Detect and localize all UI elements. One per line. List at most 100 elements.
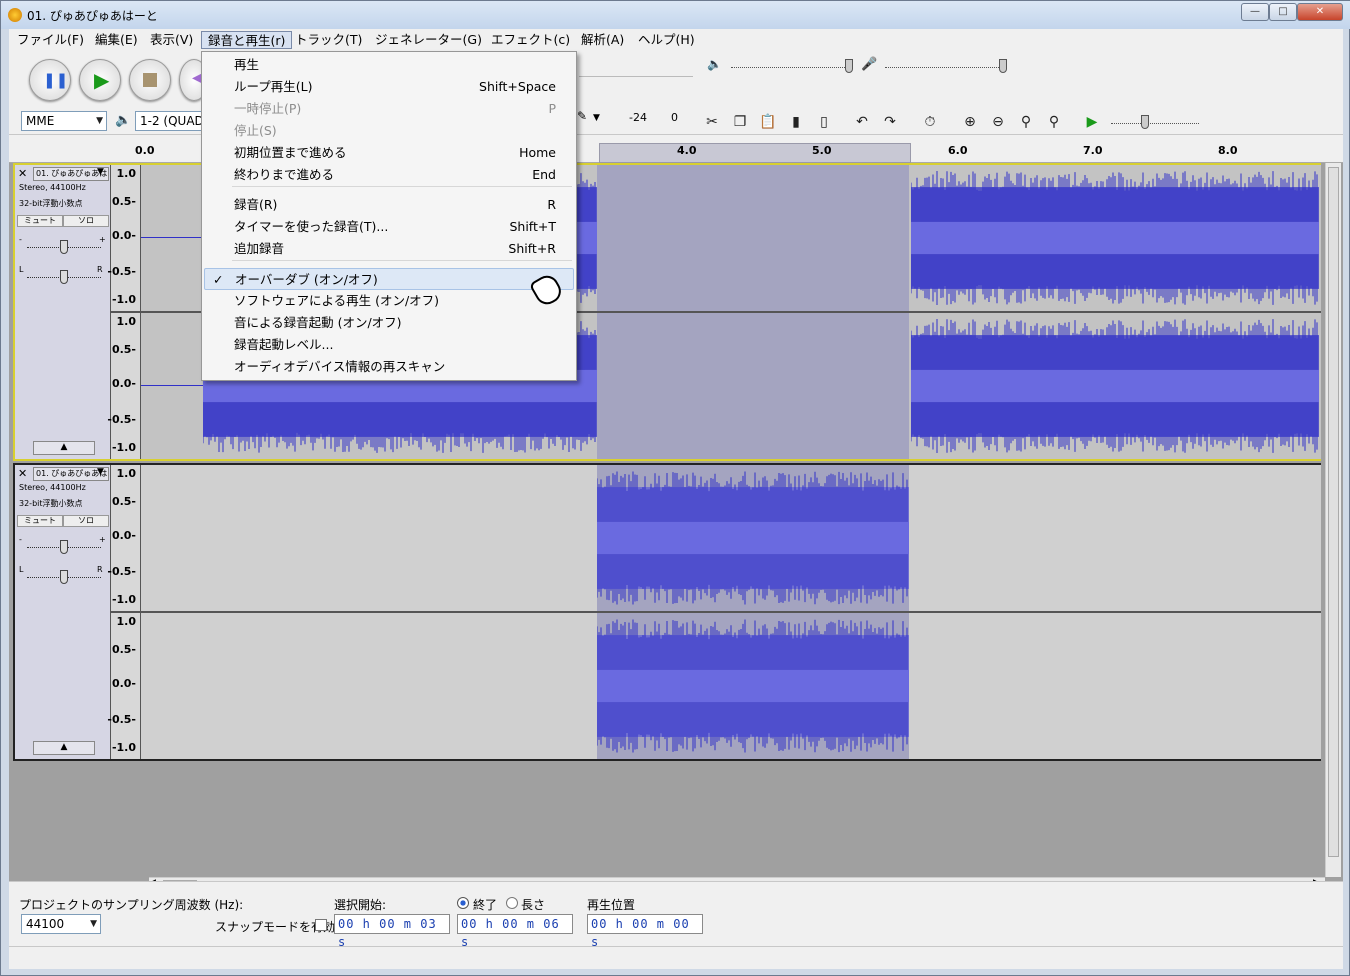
menu-item[interactable]: 音による録音起動 (オン/オフ) [204,312,574,334]
stop-button[interactable] [129,59,171,101]
scale-label: 0.0- [111,377,136,390]
menu-item[interactable]: オーディオデバイス情報の再スキャン [204,356,574,378]
trim-icon[interactable]: ▮ [785,111,807,133]
undo-icon[interactable]: ↶ [851,111,873,133]
minimize-button[interactable]: — [1241,3,1269,21]
menu-transport[interactable]: 録音と再生(r) [201,31,293,49]
end-label: 終了 [473,898,498,912]
menu-tracks[interactable]: トラック(T) [289,31,368,49]
zoom-out-icon[interactable]: ⊖ [987,111,1009,133]
cut-icon[interactable]: ✂ [701,111,723,133]
menu-item[interactable]: 初期位置まで進める Home [204,142,574,164]
paste-icon[interactable]: 📋 [757,111,779,133]
play-button[interactable]: ▶ [79,59,121,101]
menu-item-shortcut: Shift+T [509,219,556,234]
menu-item[interactable]: ループ再生(L) Shift+Space [204,76,574,98]
menu-item-label: 初期位置まで進める [234,145,347,160]
menu-item[interactable]: 録音起動レベル... [204,334,574,356]
menu-item-label: タイマーを使った録音(T)... [234,219,389,234]
collapse-track-button[interactable]: ▲ [33,741,95,755]
output-device-select[interactable]: 1-2 (QUAD [135,111,209,131]
record-volume-slider[interactable] [885,67,1005,68]
menu-file[interactable]: ファイル(F) [11,31,90,49]
pan-thumb[interactable] [60,270,68,284]
menu-item-label: ループ再生(L) [234,79,313,94]
play-position-time[interactable]: 00 h 00 m 00 s [587,914,703,949]
chevron-down-icon[interactable]: ▼ [593,113,600,123]
chevron-down-icon[interactable]: ▼ [97,467,104,477]
menu-item[interactable]: 再生 [204,54,574,76]
selection-toolbar: プロジェクトのサンプリング周波数 (Hz): 44100 ▼ スナップモードを有効… [9,881,1343,969]
menu-item[interactable]: タイマーを使った録音(T)... Shift+T [204,216,574,238]
menu-item[interactable]: 停止(S) [204,120,574,142]
maximize-button[interactable]: □ [1269,3,1297,21]
chevron-down-icon[interactable]: ▼ [97,167,104,177]
redo-icon[interactable]: ↷ [879,111,901,133]
menu-analyze[interactable]: 解析(A) [575,31,630,49]
menu-effect[interactable]: エフェクト(c) [485,31,576,49]
silence-icon[interactable]: ▯ [813,111,835,133]
menu-item[interactable]: ソフトウェアによる再生 (オン/オフ) [204,290,574,312]
project-rate-select[interactable]: 44100 ▼ [21,914,101,934]
zoom-in-icon[interactable]: ⊕ [959,111,981,133]
track-close-icon[interactable]: ✕ [18,167,27,180]
gain-minus-label: - [19,535,22,544]
scale-label: 1.0 [116,467,137,480]
play-speed-slider[interactable] [1111,123,1199,124]
snap-checkbox[interactable] [315,919,327,931]
pan-right-label: R [97,265,103,274]
menu-item-shortcut: R [547,197,556,212]
solo-button[interactable]: ソロ [63,215,109,227]
gain-thumb[interactable] [60,540,68,554]
end-radio[interactable] [457,897,469,909]
menu-item[interactable]: 追加録音 Shift+R [204,238,574,260]
length-radio[interactable] [506,897,518,909]
pan-thumb[interactable] [60,570,68,584]
close-button[interactable]: ✕ [1297,3,1343,21]
playback-volume-slider[interactable] [731,67,851,68]
play-speed-thumb[interactable] [1141,115,1149,129]
vertical-scroll-thumb[interactable] [1328,167,1339,857]
collapse-track-button[interactable]: ▲ [33,441,95,455]
record-volume-thumb[interactable] [999,59,1007,73]
waveform-channel-left[interactable] [141,465,1321,611]
play-at-speed-icon[interactable]: ▶ [1081,111,1103,133]
scale-label: -1.0 [111,293,136,306]
copy-icon[interactable]: ❐ [729,111,751,133]
mute-button[interactable]: ミュート [17,215,63,227]
menu-generate[interactable]: ジェネレーター(G) [369,31,488,49]
fit-project-icon[interactable]: ⚲ [1043,111,1065,133]
waveform-channel-right[interactable] [141,613,1321,759]
track-2[interactable]: ✕ 01. ぴゅあぴゅあは ▼ Stereo, 44100Hz 32-bit浮動… [13,463,1321,761]
menu-item[interactable]: 終わりまで進める End [204,164,574,186]
menu-edit[interactable]: 編集(E) [89,31,144,49]
vertical-scrollbar[interactable] [1325,163,1341,877]
selection-region [597,165,909,311]
mute-button[interactable]: ミュート [17,515,63,527]
gain-thumb[interactable] [60,240,68,254]
host-select[interactable]: MME ▼ [21,111,107,131]
menu-item[interactable]: ✓ オーバーダブ (オン/オフ) [204,268,574,290]
menu-view[interactable]: 表示(V) [144,31,199,49]
menu-item-label: 一時停止(P) [234,101,302,116]
menu-item[interactable]: 一時停止(P) P [204,98,574,120]
track-close-icon[interactable]: ✕ [18,467,27,480]
waveform [910,319,1319,453]
menu-item-shortcut: Shift+Space [479,79,556,94]
solo-button[interactable]: ソロ [63,515,109,527]
selection-start-time[interactable]: 00 h 00 m 03 s [334,914,450,949]
scale-label: -1.0 [111,741,136,754]
gain-plus-label: + [99,535,106,544]
playback-volume-thumb[interactable] [845,59,853,73]
vertical-scale[interactable]: 1.0 0.5- 0.0- -0.5- -1.0 [107,613,141,759]
vertical-scale[interactable]: 1.0 0.5- 0.0- -0.5- -1.0 [107,165,141,311]
selection-end-time[interactable]: 00 h 00 m 06 s [457,914,573,949]
menu-help[interactable]: ヘルプ(H) [632,31,701,49]
vertical-scale[interactable]: 1.0 0.5- 0.0- -0.5- -1.0 [107,465,141,611]
fit-selection-icon[interactable]: ⚲ [1015,111,1037,133]
menu-item[interactable]: 録音(R) R [204,194,574,216]
vertical-scale[interactable]: 1.0 0.5- 0.0- -0.5- -1.0 [107,313,141,459]
pause-button[interactable]: ❚❚ [29,59,71,101]
sync-lock-icon[interactable]: ⏱ [919,111,941,133]
length-label: 長さ [521,898,546,912]
